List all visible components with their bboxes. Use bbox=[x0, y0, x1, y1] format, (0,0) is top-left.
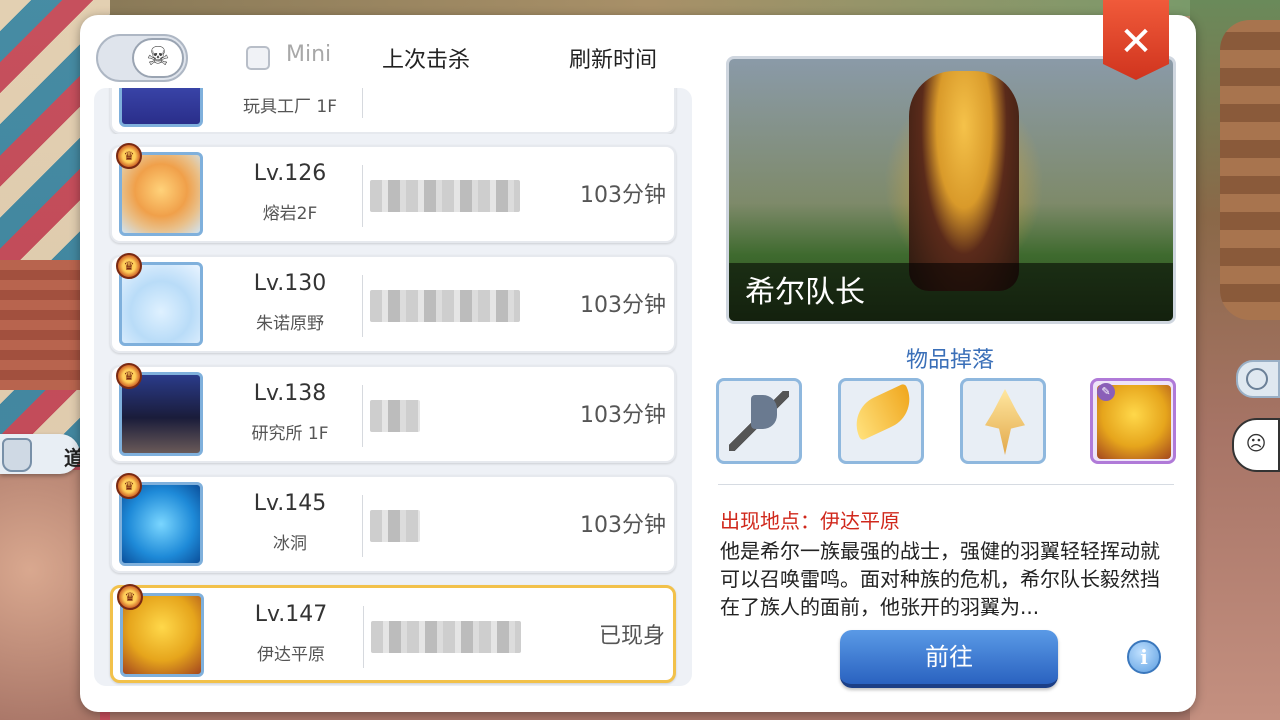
last-kill-redacted bbox=[370, 510, 420, 542]
side-menu-button[interactable] bbox=[1236, 360, 1280, 398]
list-clip: 玩具工厂 1F bbox=[94, 88, 692, 134]
row-divider bbox=[362, 495, 363, 557]
refresh-time: 103分钟 bbox=[580, 513, 666, 538]
mvp-badge-icon: ♛ bbox=[116, 143, 142, 169]
row-divider bbox=[362, 165, 363, 227]
mvp-badge-icon: ♛ bbox=[116, 253, 142, 279]
feather-icon bbox=[846, 383, 920, 441]
cog-icon bbox=[1246, 368, 1268, 390]
monster-location: 玩具工厂 1F bbox=[243, 97, 337, 117]
monster-name: 希尔队长 bbox=[745, 275, 865, 310]
drop-item[interactable] bbox=[838, 378, 924, 464]
last-kill-redacted bbox=[370, 400, 420, 432]
background-tower bbox=[1220, 20, 1280, 320]
monster-portrait bbox=[119, 88, 203, 127]
crystal-icon bbox=[985, 389, 1025, 455]
last-kill-redacted bbox=[370, 290, 520, 322]
last-kill-redacted bbox=[371, 621, 521, 653]
refresh-time: 103分钟 bbox=[580, 403, 666, 428]
list-item[interactable]: ♛ Lv.126 熔岩2F 103分钟 bbox=[110, 143, 676, 243]
list-item-selected[interactable]: ♛ Lv.147 伊达平原 已现身 bbox=[110, 584, 676, 683]
refresh-time: 103分钟 bbox=[580, 293, 666, 318]
mini-label: Mini bbox=[286, 42, 332, 67]
mvp-badge-icon: ♛ bbox=[116, 473, 142, 499]
jar-icon bbox=[2, 438, 32, 472]
row-divider bbox=[363, 606, 364, 668]
info-icon[interactable]: i bbox=[1127, 640, 1161, 674]
monster-model bbox=[909, 71, 1019, 291]
refresh-time: 103分钟 bbox=[580, 183, 666, 208]
card-marker-icon: ✎ bbox=[1097, 383, 1115, 401]
list-item[interactable]: ♛ Lv.138 研究所 1F 103分钟 bbox=[110, 363, 676, 463]
monster-location: 伊达平原 bbox=[257, 645, 325, 665]
drop-item[interactable]: ✎ bbox=[1090, 378, 1176, 464]
monster-preview: 希尔队长 bbox=[726, 56, 1176, 324]
drop-item[interactable] bbox=[716, 378, 802, 464]
emote-icon[interactable]: ☹ bbox=[1232, 418, 1280, 472]
list-item[interactable]: ♛ Lv.130 朱诺原野 103分钟 bbox=[110, 253, 676, 353]
spawn-location: 出现地点：伊达平原 bbox=[720, 509, 900, 533]
axe-head bbox=[751, 395, 777, 429]
row-divider bbox=[362, 88, 363, 118]
background-roof bbox=[0, 260, 90, 390]
monster-location: 冰洞 bbox=[273, 534, 307, 554]
mvp-mode-toggle[interactable]: ☠ bbox=[96, 34, 188, 82]
mvp-badge-icon: ♛ bbox=[117, 584, 143, 610]
drop-item[interactable] bbox=[960, 378, 1046, 464]
list-item[interactable]: 玩具工厂 1F bbox=[110, 88, 676, 134]
list-item[interactable]: ♛ Lv.145 冰洞 103分钟 bbox=[110, 473, 676, 573]
monster-level: Lv.145 bbox=[253, 491, 327, 516]
monster-level: Lv.130 bbox=[253, 271, 327, 296]
monster-location: 研究所 1F bbox=[251, 424, 329, 444]
monster-location: 朱诺原野 bbox=[256, 314, 324, 334]
mini-checkbox[interactable] bbox=[246, 46, 270, 70]
close-button[interactable]: ✕ bbox=[1103, 0, 1169, 80]
background-top-strip bbox=[110, 0, 1190, 16]
monster-level: Lv.138 bbox=[253, 381, 327, 406]
column-header-refresh-time: 刷新时间 bbox=[569, 48, 658, 73]
row-divider bbox=[362, 275, 363, 337]
mvp-badge-icon: ♛ bbox=[116, 363, 142, 389]
side-shop-button[interactable]: 道 bbox=[0, 434, 84, 474]
spawn-status: 已现身 bbox=[598, 624, 665, 649]
monster-level: Lv.126 bbox=[253, 161, 327, 186]
last-kill-redacted bbox=[370, 180, 520, 212]
section-divider bbox=[718, 484, 1174, 485]
monster-level: Lv.147 bbox=[254, 602, 328, 627]
monster-location: 熔岩2F bbox=[262, 204, 318, 224]
column-header-last-kill: 上次击杀 bbox=[382, 48, 471, 73]
drops-title: 物品掉落 bbox=[905, 348, 994, 373]
row-divider bbox=[362, 385, 363, 447]
skull-icon: ☠ bbox=[132, 38, 184, 78]
monster-description: 他是希尔一族最强的战士，强健的羽翼轻轻挥动就可以召唤雷鸣。面对种族的危机，希尔队… bbox=[720, 539, 1160, 619]
go-button[interactable]: 前往 bbox=[840, 630, 1058, 688]
